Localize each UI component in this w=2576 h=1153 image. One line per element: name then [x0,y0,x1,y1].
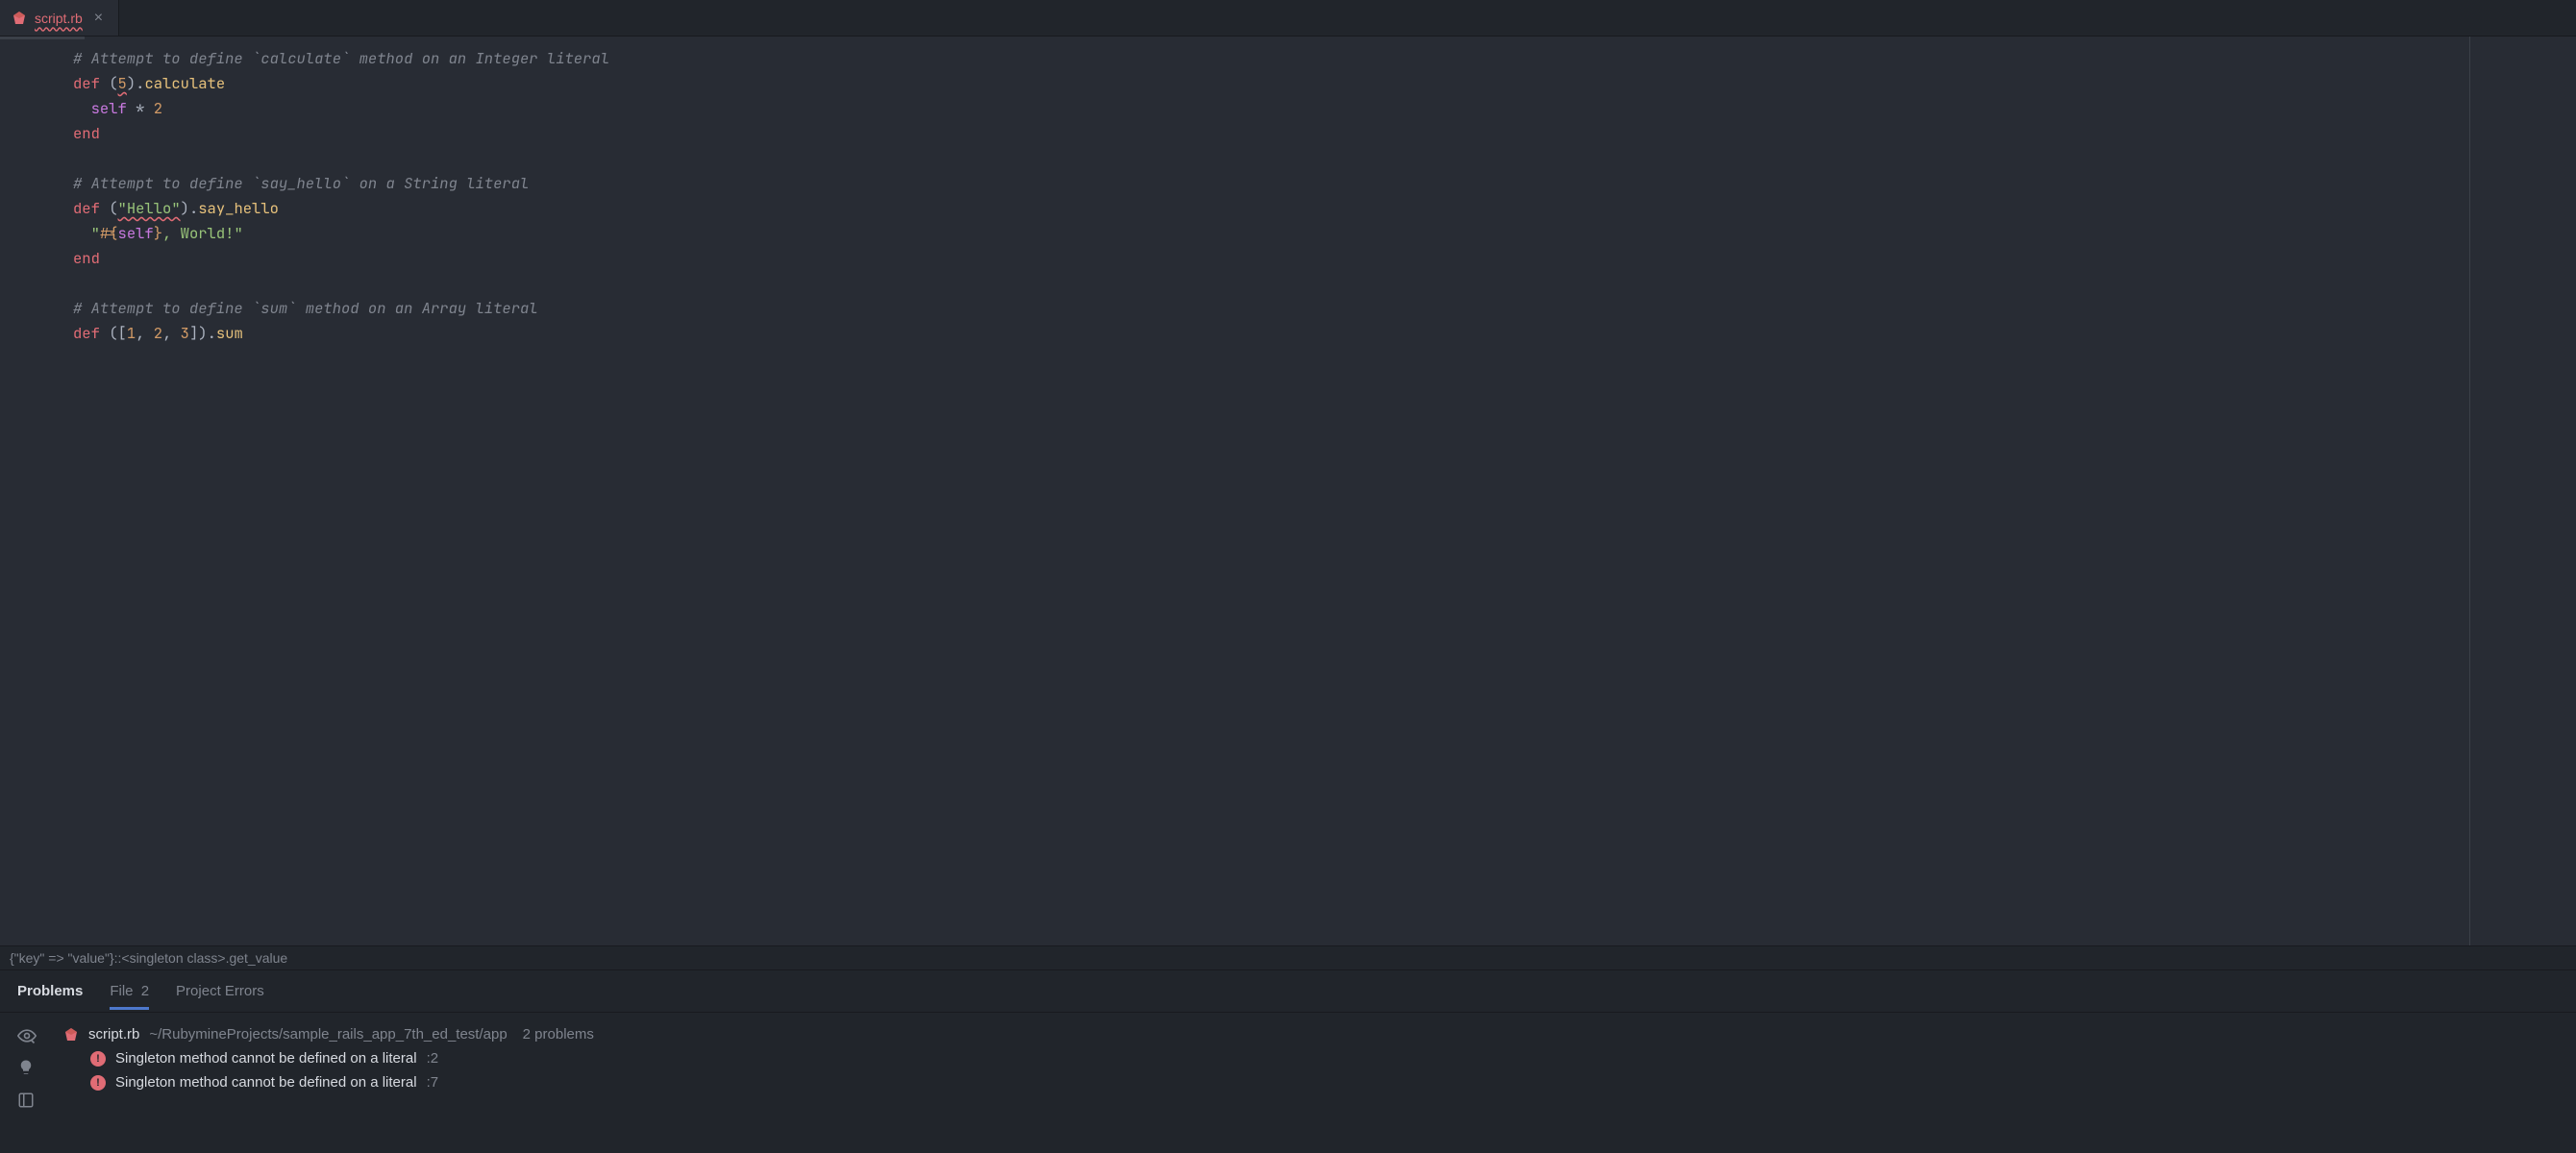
problems-panel: Problems File 2 Project Errors [0,970,2576,1153]
editor-gutter [0,37,56,945]
editor-tab-script[interactable]: script.rb × [0,0,119,36]
problems-file-count: 2 problems [523,1026,594,1043]
tab-file-label: File [110,983,133,999]
tab-project-errors[interactable]: Project Errors [176,983,264,1009]
tab-file[interactable]: File 2 [110,983,149,1009]
editor-minimap[interactable] [2470,37,2576,945]
problems-sidebar [0,1013,54,1153]
eye-icon[interactable] [17,1026,37,1045]
error-icon [90,1075,106,1091]
tab-problems[interactable]: Problems [17,983,83,1009]
problems-list: script.rb ~/RubymineProjects/sample_rail… [54,1013,2576,1153]
problem-message: Singleton method cannot be defined on a … [115,1074,417,1091]
editor-tabbar: script.rb × [0,0,2576,37]
tab-file-count: 2 [141,983,149,999]
problems-file-header[interactable]: script.rb ~/RubymineProjects/sample_rail… [54,1022,2576,1046]
problem-message: Singleton method cannot be defined on a … [115,1050,417,1067]
ruby-file-icon [63,1027,79,1043]
error-icon [90,1051,106,1067]
problem-line: :2 [427,1050,439,1067]
ruby-file-icon [12,11,27,26]
breadcrumb[interactable]: {"key" => "value"}::<singleton class>.ge… [0,945,2576,970]
tab-filename: script.rb [35,11,83,26]
code-content[interactable]: # Attempt to define `calculate` method o… [56,37,2469,356]
layout-icon[interactable] [17,1092,37,1111]
problems-tabs: Problems File 2 Project Errors [0,970,2576,1013]
code-editor[interactable]: # Attempt to define `calculate` method o… [0,37,2576,945]
problem-item[interactable]: Singleton method cannot be defined on a … [54,1046,2576,1070]
lightbulb-icon[interactable] [17,1059,37,1078]
problems-file-name: script.rb [88,1026,139,1043]
problems-file-path: ~/RubymineProjects/sample_rails_app_7th_… [149,1026,507,1043]
close-tab-icon[interactable]: × [90,10,107,27]
problem-line: :7 [427,1074,439,1091]
problem-item[interactable]: Singleton method cannot be defined on a … [54,1070,2576,1094]
